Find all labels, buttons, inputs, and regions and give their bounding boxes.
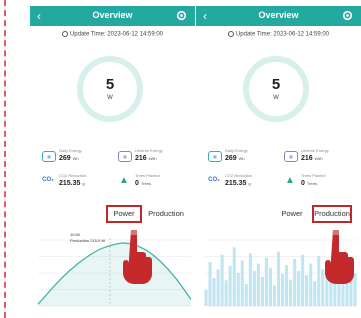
bar [301,254,305,306]
tooltip-value: Production 215.0 W [70,238,106,243]
stat-label: CO2 Reduction [59,173,87,178]
power-gauge: 5 W [243,56,309,122]
bar [264,257,268,306]
app-screen-production: ‹ Overview Update Time: 2023-06-12 14:59… [196,6,361,312]
energy-total-icon: ▦ [284,151,298,162]
energy-total-icon: ▦ [118,151,132,162]
app-screen-power: ‹ Overview Update Time: 2023-06-12 14:59… [30,6,195,312]
bar [272,285,276,306]
bar [204,289,208,306]
gear-icon[interactable] [175,9,188,22]
bar [289,279,293,306]
page-title: Overview [92,10,133,20]
gear-icon[interactable] [341,9,354,22]
solar-panel-icon: ▦ [208,151,222,162]
power-value: 5 [105,76,115,93]
bar [281,273,285,306]
stat-label: Daily Energy [59,148,82,153]
bar [236,273,240,306]
stat-label: Daily Energy [225,148,248,153]
bar [224,280,228,306]
stat-value: 0 Trees [301,180,317,187]
stat-value: 216 kWh [135,155,157,162]
co2-icon: CO₂ [42,177,54,183]
pointing-hand-icon [123,230,152,284]
power-gauge: 5 W [77,56,143,122]
stat-lifetime-energy: ▦ Lifetime Energy 216 kWh [284,148,354,172]
stat-value: 269 Wh [59,155,79,162]
tree-icon: ▲ [285,175,295,186]
tab-production[interactable]: Production [146,205,186,223]
bar [305,275,309,306]
pointing-hand-icon [325,230,354,284]
power-value: 5 [271,76,281,93]
stat-value: 215.35 g [225,180,251,187]
stat-value: 215.35 g [59,180,85,187]
stat-co2: CO₂ CO2 Reduction 215.35 g [42,173,112,197]
tree-icon: ▲ [119,175,129,186]
bar [216,269,220,306]
bar [297,270,301,306]
bar [248,253,252,306]
tab-power[interactable]: Power [276,205,308,223]
update-time: Update Time: 2023-06-12 14:59:00 [196,31,361,38]
dashed-divider [4,0,6,318]
power-unit: W [273,95,279,101]
bar [244,284,248,306]
bar [232,247,236,306]
header-bar: ‹ Overview [196,6,361,26]
area-fill [38,242,191,306]
update-time-label: Update Time: 2023-06-12 14:59:00 [69,31,164,38]
solar-panel-icon: ▦ [42,151,56,162]
stat-value: 269 Wh [225,155,245,162]
stat-label: Lifetime Energy [301,148,329,153]
bar [345,284,349,306]
bar [260,276,264,306]
stat-label: Trees Planted [301,173,326,178]
tab-production[interactable]: Production [312,205,352,223]
bar [220,254,224,306]
chart-tooltip: 10:50 Production 215.0 W [70,232,105,244]
bar [309,263,313,306]
bar [293,259,297,306]
power-chart [37,238,192,307]
bar [313,281,317,306]
stat-co2: CO₂ CO2 Reduction 215.35 g [208,173,278,197]
clock-icon [227,31,234,37]
power-unit: W [107,95,113,101]
clock-icon [61,31,68,37]
stat-trees: ▲ Trees Planted 0 Trees [118,173,188,197]
stat-daily-energy: ▦ Daily Energy 269 Wh [42,148,112,172]
bar [268,267,272,306]
bar [228,265,232,306]
stat-trees: ▲ Trees Planted 0 Trees [284,173,354,197]
co2-icon: CO₂ [208,177,220,183]
stat-value: 216 kWh [301,155,323,162]
bar [212,278,216,306]
bar [277,251,281,306]
update-time-label: Update Time: 2023-06-12 14:59:00 [235,31,330,38]
bar [252,270,256,306]
bar [208,262,212,306]
header-bar: ‹ Overview [30,6,195,26]
bar [256,263,260,306]
stat-label: Trees Planted [135,173,160,178]
update-time: Update Time: 2023-06-12 14:59:00 [30,31,195,38]
stat-value: 0 Trees [135,180,151,187]
tab-power[interactable]: Power [106,205,142,223]
stat-label: Lifetime Energy [135,148,163,153]
bar [285,264,289,306]
bar [240,260,244,306]
page-title: Overview [258,10,299,20]
stat-lifetime-energy: ▦ Lifetime Energy 216 kWh [118,148,188,172]
stat-label: CO2 Reduction [225,173,253,178]
stat-daily-energy: ▦ Daily Energy 269 Wh [208,148,278,172]
